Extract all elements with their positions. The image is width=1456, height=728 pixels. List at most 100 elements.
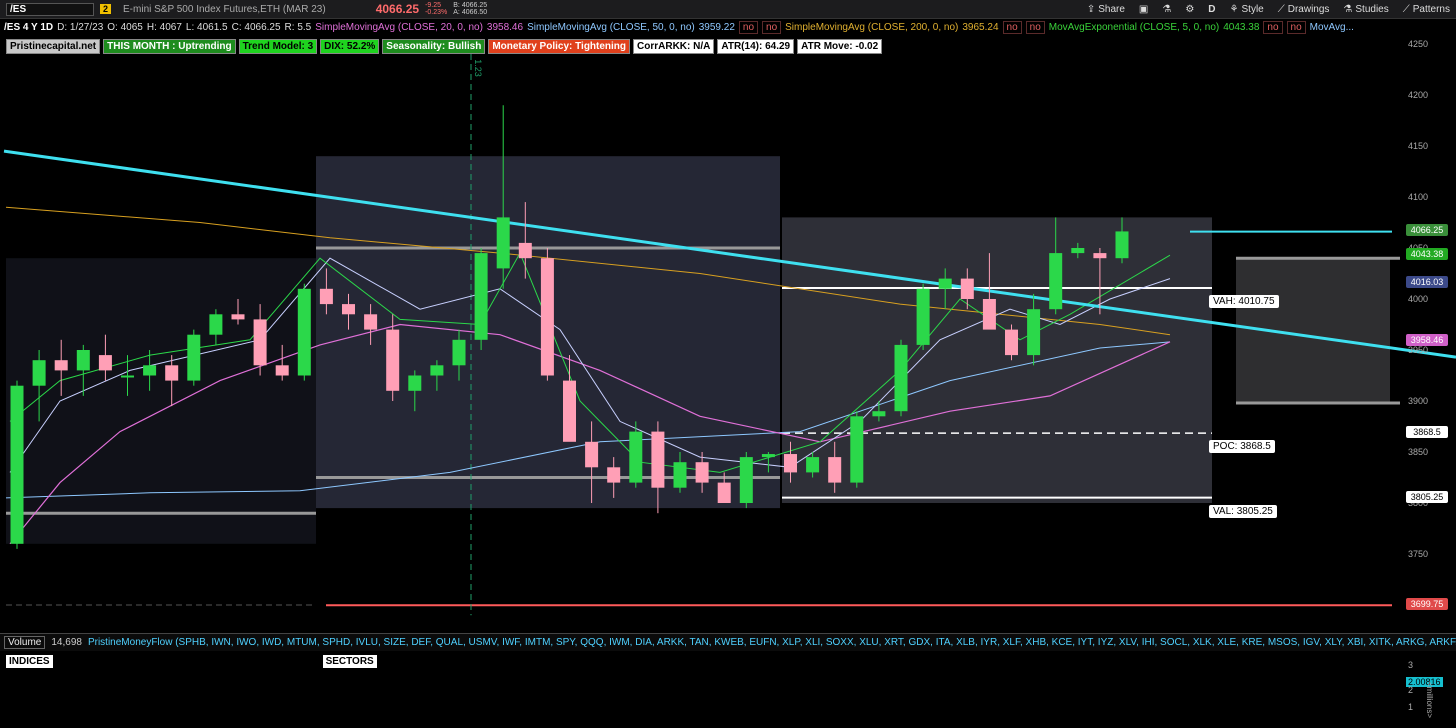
candle-body — [828, 457, 842, 483]
candle-body — [143, 365, 157, 376]
candle-body — [894, 344, 908, 412]
top-toolbar: /ES 2 E-mini S&P 500 Index Futures,ETH (… — [0, 0, 1456, 19]
status-tag: THIS MONTH : Uptrending — [103, 39, 236, 54]
price-marker: 3699.75 — [1406, 598, 1448, 611]
status-tag: DIX: 52.2% — [320, 39, 380, 54]
candle-body — [761, 454, 775, 458]
drawings-button[interactable]: ⟋ Drawings — [1278, 4, 1330, 15]
share-button[interactable]: ⇪ Share — [1087, 4, 1125, 15]
no-flag: no — [1286, 20, 1306, 34]
sma200-value: 3965.24 — [962, 21, 999, 33]
candle-body — [960, 278, 974, 299]
vol-scale-3: 3 — [1408, 660, 1414, 670]
link-group-badge[interactable]: 2 — [100, 4, 112, 14]
price-marker: 4043.38 — [1406, 247, 1448, 260]
candle-body — [1093, 253, 1107, 259]
share-icon: ⇪ — [1086, 3, 1096, 15]
study-legend: /ES 4 Y 1D D: 1/27/23 O: 4065 H: 4067 L:… — [0, 19, 1358, 35]
sma200-label[interactable]: SimpleMovingAvg (CLOSE, 200, 0, no) — [785, 22, 958, 33]
candle-body — [629, 431, 643, 483]
candle-body — [1049, 253, 1063, 310]
settings-button[interactable]: ⚙ — [1185, 4, 1194, 15]
symbol-input[interactable]: /ES — [6, 2, 94, 16]
flask-icon: ⚗ — [1162, 3, 1172, 15]
volume-value: 14,698 — [51, 637, 82, 648]
flask-button[interactable]: ⚗ — [1162, 4, 1171, 15]
candle-body — [253, 319, 267, 366]
patterns-icon: ⟋ — [1402, 3, 1410, 15]
drawings-icon: ⟋ — [1277, 3, 1285, 15]
status-tag: ATR(14): 64.29 — [717, 39, 795, 54]
candle-body — [784, 454, 797, 473]
candle-body — [850, 416, 864, 483]
candle-body — [364, 314, 378, 330]
bar-date: D: 1/27/23 — [57, 21, 104, 33]
status-tag: Seasonality: Bullish — [382, 39, 486, 54]
candle-body — [452, 339, 466, 366]
lower-study-bar: Volume 14,698 PristineMoneyFlow (SPHB, I… — [0, 633, 1456, 651]
ask-price: A: 4066.50 — [453, 9, 488, 16]
candle-body — [386, 329, 400, 391]
ema5-label[interactable]: MovAvgExponential (CLOSE, 5, 0, no) — [1049, 22, 1219, 33]
price-axis-label: 3750 — [1408, 549, 1428, 559]
candle-body — [518, 242, 532, 259]
candle-body — [474, 253, 488, 340]
candle-body — [209, 314, 223, 335]
candle-body — [1071, 248, 1085, 254]
candle-body — [982, 299, 996, 330]
bid-ask: B: 4066.25 A: 4066.50 — [453, 2, 487, 16]
bar-high: H: 4067 — [146, 21, 182, 33]
candle-body — [872, 411, 886, 417]
price-change: -9.25 -0.23% — [425, 2, 447, 16]
volume-label[interactable]: Volume — [4, 636, 46, 649]
sma50-value: 3959.22 — [698, 21, 735, 33]
pct-change: -0.23% — [425, 9, 448, 16]
gear-icon: ⚙ — [1185, 3, 1195, 15]
price-chart[interactable]: 1.23 42504200415041004050400039503900385… — [0, 36, 1456, 632]
price-axis-label: 3900 — [1408, 396, 1428, 406]
candle-body — [695, 462, 709, 483]
vol-scale-2: 2 — [1408, 685, 1414, 695]
candle-body — [319, 288, 333, 305]
no-flag: no — [1002, 20, 1022, 34]
candle-body — [10, 385, 24, 544]
candle-body — [1005, 329, 1018, 356]
share-label: Share — [1098, 3, 1125, 15]
save-icon: ▣ — [1138, 3, 1149, 15]
status-tag: Pristinecapital.net — [6, 39, 101, 54]
studies-button[interactable]: ⚗ Studies — [1343, 4, 1388, 15]
candle-body — [187, 334, 201, 381]
money-flow-legend[interactable]: PristineMoneyFlow (SPHB, IWN, IWO, IWD, … — [88, 637, 1456, 648]
no-flag: no — [762, 20, 782, 34]
vertical-marker-label: 1.23 — [473, 59, 483, 77]
price-axis-label: 4150 — [1408, 141, 1428, 151]
candle-body — [297, 288, 311, 376]
sma50-label[interactable]: SimpleMovingAvg (CLOSE, 50, 0, no) — [527, 22, 695, 33]
more-studies[interactable]: MovAvg... — [1310, 22, 1354, 33]
candle-body — [275, 365, 289, 376]
candle-body — [165, 365, 179, 381]
money-flow-header: INDICES SECTORS — [0, 653, 377, 669]
candle-body — [938, 278, 952, 289]
no-flag: no — [1263, 20, 1283, 34]
price-axis-label: 4250 — [1408, 39, 1428, 49]
sma20-label[interactable]: SimpleMovingAvg (CLOSE, 20, 0, no) — [315, 22, 483, 33]
indices-header: INDICES — [6, 654, 53, 668]
price-marker: 3805.25 — [1406, 490, 1448, 503]
timeframe-label[interactable]: /ES 4 Y 1D — [4, 22, 53, 33]
studies-icon: ⚗ — [1343, 3, 1353, 15]
sectors-header: SECTORS — [322, 654, 377, 668]
instrument-description: E-mini S&P 500 Index Futures,ETH (MAR 23… — [123, 3, 326, 15]
price-axis: 4250420041504100405040003950390038503800… — [1408, 39, 1428, 559]
patterns-button[interactable]: ⟋ Patterns — [1403, 4, 1450, 15]
val-label: VAL: 3805.25 — [1209, 504, 1277, 518]
aggregation-button[interactable]: D — [1208, 4, 1215, 15]
status-tags: Pristinecapital.net THIS MONTH : Uptrendi… — [6, 39, 883, 54]
save-button[interactable]: ▣ — [1139, 4, 1148, 15]
price-axis-label: 4100 — [1408, 192, 1428, 202]
style-button[interactable]: ⚘ Style — [1230, 4, 1264, 15]
candle-body — [231, 314, 245, 320]
price-marker: 3868.5 — [1406, 426, 1448, 439]
candle-body — [540, 258, 554, 376]
sma20-value: 3958.46 — [486, 21, 524, 33]
